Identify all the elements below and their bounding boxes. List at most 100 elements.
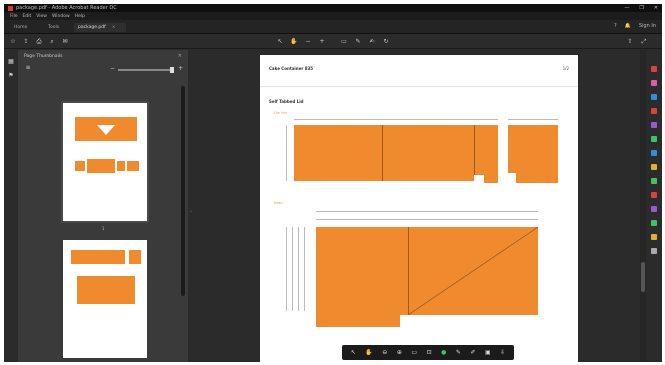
tab-home[interactable]: Home [10,23,31,32]
fill-sign-icon[interactable] [651,178,657,184]
figure-caption: Die line [274,111,288,115]
dieline-tab [484,173,498,183]
comment-tool-icon[interactable] [651,108,657,114]
upload-icon[interactable]: ⇪ [22,38,30,46]
diagonal-fold [408,227,538,315]
thumb-shape [127,161,139,171]
zoom-out-icon[interactable]: − [304,38,312,46]
bookmark-icon[interactable]: ⚑ [7,72,15,80]
menu-window[interactable]: Window [52,14,70,19]
export-pdf-icon[interactable] [651,66,657,72]
thumbnails-close-icon[interactable]: × [178,53,182,59]
thumbnail-page-1[interactable] [61,101,149,223]
zoom-in-icon[interactable]: ⊕ [397,349,402,356]
scrollbar-thumb[interactable] [641,262,645,292]
menu-file[interactable]: File [10,14,18,19]
dimension-line [292,227,293,311]
page-header-title: Cake Container 835 [269,66,314,71]
print-icon[interactable]: ⎙ [35,38,43,46]
thumb-shape [75,161,85,171]
thumb-shape [129,250,141,264]
menu-view[interactable]: View [36,14,47,19]
tab-tools[interactable]: Tools [44,23,63,32]
select-icon[interactable]: ↖ [351,349,356,356]
sticky-note-icon[interactable]: ▣ [485,349,491,356]
minimize-button[interactable]: — [624,5,629,11]
zoom-in-icon[interactable]: + [318,38,326,46]
rotate-icon[interactable]: ↻ [382,38,390,46]
thumbnail-page-2[interactable] [63,240,147,358]
left-tool-column: ▦ ⚑ [4,50,18,362]
fit-page-icon[interactable]: ⊡ [427,349,432,356]
sign-icon[interactable]: ✍ [368,38,376,46]
thumb-shape [87,159,115,173]
options-icon[interactable]: ≡ [24,64,32,72]
highlight-icon[interactable]: ✎ [456,349,461,356]
maximize-button[interactable]: ❐ [639,5,643,11]
base-tab [316,313,400,327]
menu-help[interactable]: Help [75,14,85,19]
thumbnails-panel: Page Thumbnails × ≡ − + 1 2 [18,50,188,362]
draw-icon[interactable]: ✐ [470,349,475,356]
sign-in-button[interactable]: Sign In [639,23,656,29]
thumbnail-page-number: 1 [102,226,105,231]
tab-document-label: package.pdf [78,25,106,30]
active-tool-icon[interactable]: ● [441,349,446,356]
dimension-line [508,119,558,120]
diagonal-line [408,227,538,315]
zoom-out-icon[interactable]: ⊖ [382,349,387,356]
measure-icon[interactable] [651,220,657,226]
thumbnails-icon[interactable]: ▦ [7,58,15,66]
fold-line [474,125,475,175]
protect-icon[interactable] [651,164,657,170]
search-icon[interactable]: ⌕ [48,38,56,46]
thumb-shape [77,276,135,304]
dimension-line [286,125,287,181]
compress-icon[interactable] [651,150,657,156]
fold-line [382,125,383,181]
download-icon[interactable]: ⇩ [500,349,505,356]
thumb-shape [71,250,125,264]
menu-edit[interactable]: Edit [23,14,32,19]
scan-icon[interactable] [651,206,657,212]
zoom-level-icon[interactable]: ▭ [411,349,417,356]
thumbnail-zoom-in-icon[interactable]: + [178,65,183,72]
send-icon[interactable] [651,192,657,198]
thumbnails-header: Page Thumbnails × [18,50,188,62]
thumbnail-zoom-out-icon[interactable]: − [110,65,115,72]
page-header-number: 1/2 [562,66,569,71]
close-window-button[interactable]: ✕ [654,5,658,11]
share-icon[interactable]: ⇧ [626,38,634,46]
help-icon[interactable]: ? [614,23,617,29]
combine-icon[interactable] [651,122,657,128]
section-title: Self Tabbed Lid [269,99,304,104]
acrobat-window: package.pdf - Adobe Acrobat Reader DC — … [4,4,662,362]
bell-icon[interactable]: 🔔 [625,23,631,29]
mail-icon[interactable]: ✉ [61,38,69,46]
dimension-line [316,219,538,220]
edit-pdf-icon[interactable] [651,80,657,86]
hand-icon[interactable]: ✋ [290,38,298,46]
hand-tool-icon[interactable]: ✋ [365,349,372,356]
thumbnails-scrollbar[interactable] [181,86,185,296]
slider-knob[interactable] [170,67,174,73]
pen-icon[interactable]: ✎ [354,38,362,46]
star-icon[interactable]: ☆ [9,38,17,46]
fit-icon[interactable]: ⤢ [640,38,648,46]
comment-icon[interactable]: ▭ [340,38,348,46]
right-tool-panel [646,50,662,362]
create-pdf-icon[interactable] [651,94,657,100]
cursor-icon[interactable]: ↖ [276,38,284,46]
organize-icon[interactable] [651,136,657,142]
more-tools-icon[interactable] [651,234,657,240]
panel-splitter[interactable]: ‹ [190,209,192,215]
settings-icon[interactable] [651,248,657,254]
account-area: ? 🔔 Sign In [614,23,656,29]
title-bar: package.pdf - Adobe Acrobat Reader DC — … [4,4,662,12]
tab-document[interactable]: package.pdf × [74,23,126,32]
dimension-line [294,119,498,120]
acrobat-logo-icon [8,5,13,11]
thumbnail-zoom-slider[interactable] [118,67,174,73]
tab-close-icon[interactable]: × [112,25,116,30]
dimension-line [298,227,299,311]
